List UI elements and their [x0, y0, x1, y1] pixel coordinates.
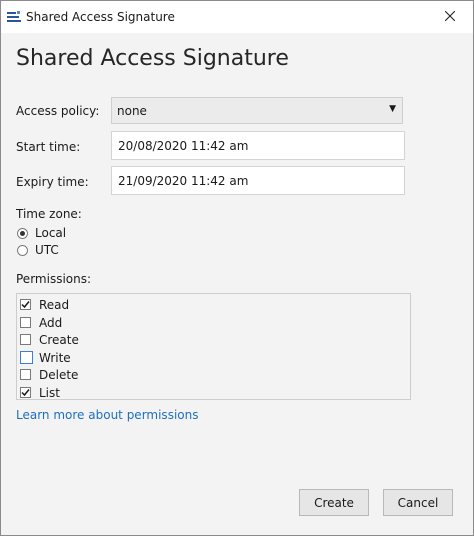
permission-list[interactable]: List: [20, 384, 60, 401]
start-time-label: Start time:: [16, 140, 81, 154]
permission-read[interactable]: Read: [20, 296, 69, 313]
expiry-time-label: Expiry time:: [16, 175, 89, 189]
permission-label-delete: Delete: [39, 367, 79, 382]
window-title: Shared Access Signature: [26, 10, 175, 24]
permission-create[interactable]: Create: [20, 331, 79, 348]
permission-label-read: Read: [39, 297, 70, 312]
cancel-button[interactable]: Cancel: [383, 489, 453, 516]
checkbox-create[interactable]: [20, 334, 31, 345]
radio-utc-label: UTC: [35, 243, 59, 257]
expiry-time-field[interactable]: 21/09/2020 11:42 am: [111, 166, 405, 195]
radio-local-label: Local: [35, 226, 67, 240]
title-bar: Shared Access Signature: [1, 1, 473, 33]
radio-utc[interactable]: UTC: [17, 242, 59, 258]
start-time-field[interactable]: 20/08/2020 11:42 am: [111, 131, 405, 160]
checkbox-list[interactable]: [20, 387, 31, 398]
access-policy-label: Access policy:: [16, 104, 100, 118]
dialog-content: Shared Access Signature Access policy: n…: [1, 33, 473, 535]
expiry-time-value: 21/09/2020 11:42 am: [118, 174, 249, 188]
radio-button-local[interactable]: [17, 227, 28, 239]
time-zone-label: Time zone:: [16, 207, 82, 221]
access-policy-value: none: [117, 104, 147, 118]
permission-label-write: Write: [39, 350, 71, 365]
access-policy-select[interactable]: none ▼: [111, 97, 403, 124]
close-icon: [444, 10, 456, 24]
permission-write[interactable]: Write: [20, 349, 71, 366]
storage-explorer-icon: [7, 10, 21, 24]
permission-delete[interactable]: Delete: [20, 366, 78, 383]
permission-label-add: Add: [39, 315, 63, 330]
shared-access-signature-dialog: Shared Access Signature Shared Access Si…: [0, 0, 474, 536]
checkbox-write[interactable]: [20, 351, 33, 364]
checkbox-add[interactable]: [20, 317, 31, 328]
radio-local[interactable]: Local: [17, 225, 66, 241]
page-title: Shared Access Signature: [16, 46, 289, 71]
checkmark-icon: [21, 301, 30, 309]
permission-label-list: List: [39, 385, 60, 400]
permission-add[interactable]: Add: [20, 314, 62, 331]
checkbox-delete[interactable]: [20, 369, 31, 380]
chevron-down-icon: ▼: [389, 104, 396, 114]
start-time-value: 20/08/2020 11:42 am: [118, 139, 249, 153]
create-button[interactable]: Create: [299, 489, 369, 516]
permissions-list: Read Add Create Write Delete List: [16, 293, 411, 400]
checkbox-read[interactable]: [20, 299, 31, 310]
permission-label-create: Create: [39, 332, 79, 347]
permissions-label: Permissions:: [16, 272, 92, 286]
close-button[interactable]: [427, 1, 473, 33]
learn-more-link[interactable]: Learn more about permissions: [16, 408, 198, 422]
radio-button-utc[interactable]: [17, 244, 28, 256]
checkmark-icon: [21, 389, 30, 397]
